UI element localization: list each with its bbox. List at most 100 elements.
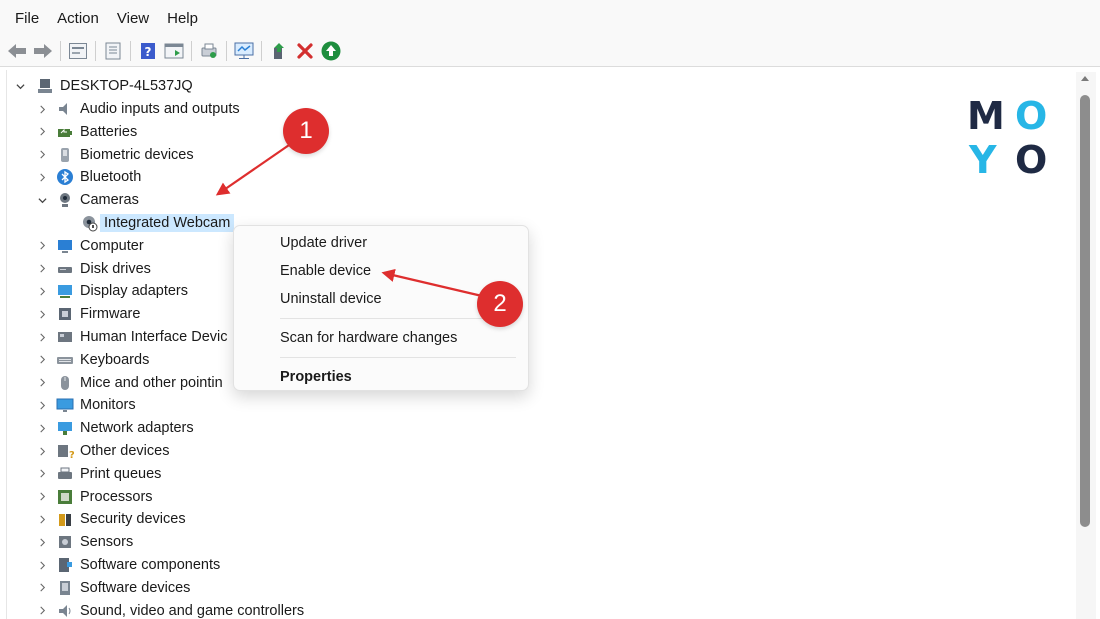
tree-category-item[interactable]: Processors xyxy=(36,486,153,508)
chevron-right-icon[interactable] xyxy=(36,126,48,138)
chevron-right-icon[interactable] xyxy=(36,468,48,480)
menu-file[interactable]: File xyxy=(6,10,48,27)
tree-category-item[interactable]: Sound, video and game controllers xyxy=(36,600,304,619)
tree-category-item[interactable]: Software components xyxy=(36,554,220,576)
tree-category-item[interactable]: Human Interface Devic xyxy=(36,326,227,348)
toolbar: ? xyxy=(0,36,1100,67)
tree-category-item[interactable]: Audio inputs and outputs xyxy=(36,98,240,120)
help-icon[interactable]: ? xyxy=(137,40,159,62)
chevron-right-icon[interactable] xyxy=(36,331,48,343)
tree-category-item[interactable]: Mice and other pointin xyxy=(36,372,223,394)
monitor-icon xyxy=(56,396,74,414)
speaker-icon xyxy=(56,100,74,118)
chevron-right-icon[interactable] xyxy=(36,491,48,503)
tree-category-item[interactable]: Print queues xyxy=(36,463,161,485)
tree-category-item[interactable]: Security devices xyxy=(36,508,186,530)
print-icon[interactable] xyxy=(198,40,220,62)
menu-separator xyxy=(280,357,516,358)
uninstall-x-icon[interactable] xyxy=(294,40,316,62)
chevron-right-icon[interactable] xyxy=(36,285,48,297)
chevron-right-icon[interactable] xyxy=(36,399,48,411)
menu-separator xyxy=(280,318,516,319)
chevron-right-icon[interactable] xyxy=(36,536,48,548)
tree-category-item[interactable]: Sensors xyxy=(36,531,133,553)
chevron-down-icon[interactable] xyxy=(14,80,26,92)
tree-root[interactable]: DESKTOP-4L537JQ xyxy=(14,75,193,97)
tree-category-item[interactable]: Bluetooth xyxy=(36,166,141,188)
toolbar-separator xyxy=(226,41,227,61)
show-hide-tree-icon[interactable] xyxy=(67,40,89,62)
tree-item-label: Mice and other pointin xyxy=(80,374,223,391)
tree-item-label: Other devices xyxy=(80,443,170,459)
chevron-right-icon[interactable] xyxy=(36,240,48,252)
tree-item-label: Biometric devices xyxy=(80,146,194,163)
tree-item-label: Sound, video and game controllers xyxy=(80,602,305,619)
tree-item-label: Processors xyxy=(80,488,153,505)
tree-item-label: Human Interface Devic xyxy=(80,329,228,345)
network-icon xyxy=(56,419,74,437)
chevron-down-icon[interactable] xyxy=(36,194,48,206)
update-driver-icon[interactable] xyxy=(268,40,290,62)
action-pane-icon[interactable] xyxy=(163,40,185,62)
keyboard-icon xyxy=(56,351,74,369)
chevron-right-icon[interactable] xyxy=(36,149,48,161)
menu-view[interactable]: View xyxy=(108,10,158,27)
chevron-right-icon[interactable] xyxy=(36,103,48,115)
menu-item-enable-device[interactable]: Enable device xyxy=(280,263,371,279)
root-label: DESKTOP-4L537JQ xyxy=(60,78,193,94)
toolbar-separator xyxy=(60,41,61,61)
tree-category-item[interactable]: ? Other devices xyxy=(36,440,169,462)
step-badge-1: 1 xyxy=(283,108,329,154)
toolbar-separator xyxy=(261,41,262,61)
svg-text:?: ? xyxy=(145,45,152,59)
camera-icon xyxy=(56,191,74,209)
tree-item-label: Software devices xyxy=(80,579,191,596)
scan-monitor-icon[interactable] xyxy=(233,40,255,62)
tree-category-item[interactable]: Network adapters xyxy=(36,417,194,439)
biometric-icon xyxy=(56,146,74,164)
chevron-right-icon[interactable] xyxy=(36,582,48,594)
chevron-right-icon[interactable] xyxy=(36,513,48,525)
scrollbar-thumb[interactable] xyxy=(1080,95,1090,527)
chevron-right-icon[interactable] xyxy=(36,605,48,617)
tree-category-item[interactable]: Display adapters xyxy=(36,280,188,302)
properties-icon[interactable] xyxy=(102,40,124,62)
chevron-right-icon[interactable] xyxy=(36,308,48,320)
menu-item-scan-hardware[interactable]: Scan for hardware changes xyxy=(280,330,457,346)
tree-category-item[interactable]: Biometric devices xyxy=(36,144,194,166)
back-icon[interactable] xyxy=(6,40,28,62)
tree-category-item[interactable]: Firmware xyxy=(36,303,140,325)
menu-action[interactable]: Action xyxy=(48,10,108,27)
forward-icon[interactable] xyxy=(32,40,54,62)
chevron-right-icon[interactable] xyxy=(36,263,48,275)
tree-item-label: Batteries xyxy=(80,123,138,140)
tree-category-item[interactable]: Cameras xyxy=(36,189,139,211)
processor-icon xyxy=(56,488,74,506)
moyo-logo: M O Y O xyxy=(965,97,1055,181)
chevron-right-icon[interactable] xyxy=(36,354,48,366)
menu-item-properties[interactable]: Properties xyxy=(280,369,352,385)
chevron-right-icon[interactable] xyxy=(36,377,48,389)
menu-item-uninstall-device[interactable]: Uninstall device xyxy=(280,291,382,307)
tree-category-item[interactable]: Keyboards xyxy=(36,349,149,371)
chevron-right-icon[interactable] xyxy=(36,559,48,571)
tree-device-item[interactable]: Integrated Webcam xyxy=(60,212,235,234)
tree-category-item[interactable]: Computer xyxy=(36,235,144,257)
tree-item-label: Computer xyxy=(80,237,144,254)
tree-category-item[interactable]: Batteries xyxy=(36,121,137,143)
tree-item-label: Software components xyxy=(80,557,221,573)
tree-category-item[interactable]: Disk drives xyxy=(36,258,151,280)
menu-help[interactable]: Help xyxy=(158,10,207,27)
chevron-right-icon[interactable] xyxy=(36,171,48,183)
software-device-icon xyxy=(56,579,74,597)
sensor-icon xyxy=(56,533,74,551)
tree-category-item[interactable]: Monitors xyxy=(36,394,136,416)
menu-item-update-driver[interactable]: Update driver xyxy=(280,235,367,251)
chevron-right-icon[interactable] xyxy=(36,445,48,457)
scroll-up-icon[interactable] xyxy=(1081,76,1089,81)
svg-text:?: ? xyxy=(69,450,74,460)
enable-arrow-icon[interactable] xyxy=(320,40,342,62)
display-adapter-icon xyxy=(56,282,74,300)
tree-category-item[interactable]: Software devices xyxy=(36,577,190,599)
chevron-right-icon[interactable] xyxy=(36,422,48,434)
